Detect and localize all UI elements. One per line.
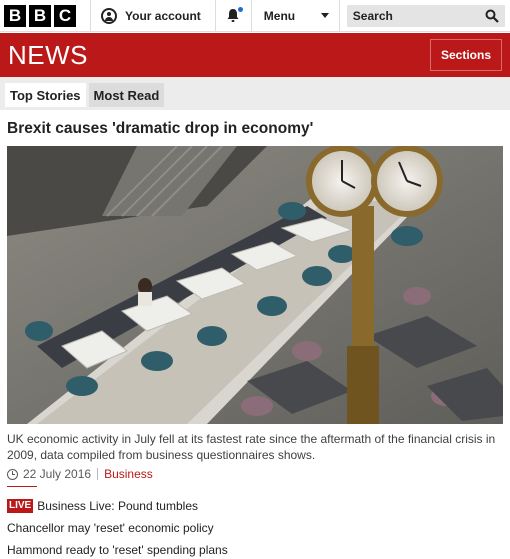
notifications-button[interactable] (216, 0, 252, 32)
story-image[interactable] (7, 146, 503, 424)
account-link[interactable]: Your account (90, 0, 216, 32)
related-story-title: Chancellor may 'reset' economic policy (7, 521, 214, 535)
story-category-link[interactable]: Business (104, 467, 153, 481)
user-icon (101, 7, 117, 24)
menu-button[interactable]: Menu (252, 0, 340, 32)
bbc-logo[interactable]: B B C (4, 4, 76, 27)
search-icon[interactable] (485, 9, 499, 23)
sections-button[interactable]: Sections (429, 39, 502, 71)
tab-most-read[interactable]: Most Read (88, 83, 165, 107)
related-story-link[interactable]: Hammond ready to 'reset' spending plans (7, 540, 503, 559)
top-bar: B B C Your account Menu Search (0, 0, 510, 32)
story-meta: 22 July 2016 Business (7, 467, 153, 481)
account-label: Your account (125, 8, 201, 23)
bbc-logo-letter: C (54, 4, 76, 27)
live-badge: LIVE (7, 499, 34, 513)
bbc-logo-letter: B (4, 4, 26, 27)
tab-top-stories[interactable]: Top Stories (5, 83, 86, 107)
related-stories: LIVE Business Live: Pound tumbles Chance… (7, 496, 503, 559)
search-input[interactable]: Search (346, 4, 505, 27)
cafe-photo-illustration (7, 146, 503, 424)
story-headline[interactable]: Brexit causes 'dramatic drop in economy' (7, 120, 313, 138)
news-header: NEWS Sections (0, 33, 510, 77)
bbc-logo-letter: B (29, 4, 51, 27)
story-summary: UK economic activity in July fell at its… (7, 432, 496, 462)
menu-label: Menu (263, 8, 296, 23)
related-story-title: Business Live: Pound tumbles (37, 499, 198, 513)
section-divider (7, 486, 37, 487)
search-placeholder: Search (352, 8, 393, 23)
chevron-down-icon (320, 12, 329, 18)
story-tabs: Top Stories Most Read (0, 77, 510, 110)
clock-icon (7, 468, 18, 480)
meta-divider (97, 468, 99, 480)
news-logo[interactable]: NEWS (8, 40, 88, 71)
related-story-link[interactable]: Chancellor may 'reset' economic policy (7, 518, 503, 538)
related-story-title: Hammond ready to 'reset' spending plans (7, 543, 228, 557)
notification-dot (237, 6, 243, 12)
related-story-link[interactable]: LIVE Business Live: Pound tumbles (7, 496, 503, 516)
story-date: 22 July 2016 (23, 467, 92, 481)
